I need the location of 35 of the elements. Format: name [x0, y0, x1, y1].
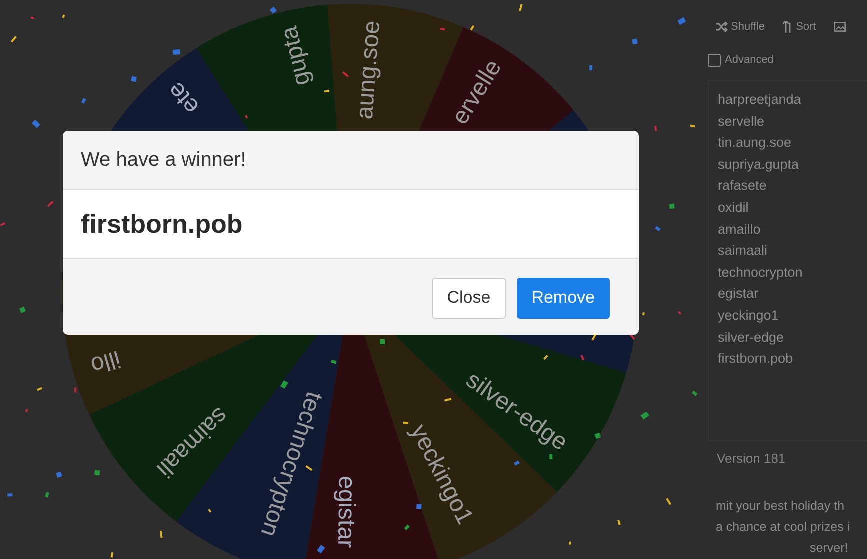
entry-line: supriya.gupta: [718, 156, 800, 174]
shuffle-button[interactable]: Shuffle: [716, 21, 766, 33]
winner-name: firstborn.pob: [81, 208, 243, 240]
advanced-label: Advanced: [725, 54, 774, 66]
promo-text: a chance at cool prizes i: [716, 518, 852, 536]
promo-text: server!: [809, 540, 850, 557]
entry-line: servelle: [718, 112, 766, 131]
dialog-title: We have a winner!: [81, 148, 246, 172]
wheel-label: aung.soe: [351, 20, 386, 120]
advanced-checkbox[interactable]: [708, 54, 721, 66]
entry-line: firstborn.pob: [718, 350, 794, 368]
entry-line: amaillo: [718, 220, 762, 239]
wheel-label: ete: [162, 76, 205, 120]
entry-line: saimaali: [718, 242, 769, 260]
entry-line: yeckingo1: [718, 306, 780, 325]
entry-line: silver-edge: [718, 328, 786, 347]
wheel-label: gupta: [276, 24, 316, 89]
image-icon: [834, 22, 846, 32]
entry-line: egistar: [718, 285, 760, 304]
sort-icon: [783, 21, 794, 33]
entry-line: tin.aung.soe: [718, 134, 793, 152]
version-text: Version 181: [716, 450, 787, 466]
shuffle-icon: [716, 22, 728, 32]
close-button[interactable]: Close: [432, 278, 506, 318]
entry-line: harpreetjanda: [718, 91, 802, 109]
sort-button[interactable]: Sort: [783, 21, 816, 33]
entry-line: oxidil: [718, 198, 750, 217]
promo-text: mit your best holiday th: [716, 498, 846, 515]
remove-button[interactable]: Remove: [516, 278, 610, 318]
entry-line: technocrypton: [718, 264, 804, 282]
entries-textarea[interactable]: harpreetjanda servelle tin.aung.soe supriya.gupta rafasete oxidil amaillo saimaali technocrypton egistar yeckingo1 silver-edge firstborn.pob: [708, 80, 867, 441]
wheel-label: illo: [88, 345, 124, 380]
image-button[interactable]: [834, 22, 846, 32]
wheel-label: egistar: [332, 476, 360, 548]
entry-line: rafasete: [718, 177, 768, 196]
